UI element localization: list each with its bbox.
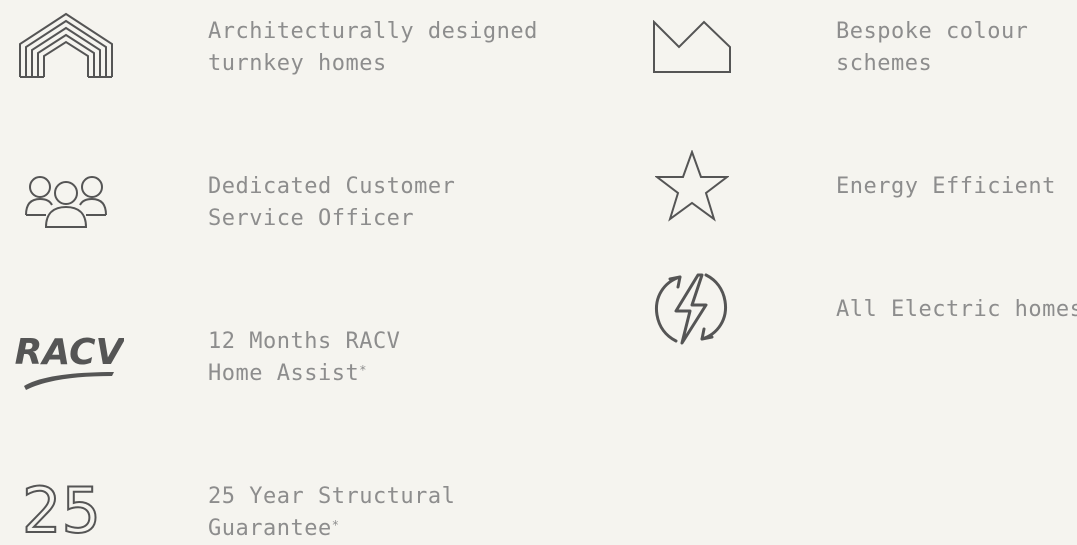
guarantee-footnote-mark: * (331, 518, 340, 532)
racv-logo: RACV (14, 326, 127, 392)
service-line-1: Dedicated Customer (208, 174, 456, 199)
colour-line-1: Bespoke colour (836, 19, 1029, 44)
racv-line-2: Home Assist* (208, 361, 367, 386)
outline-25-icon: 25 (21, 476, 102, 536)
racv-logo-text: RACV (15, 332, 124, 373)
racv-footnote-mark: * (359, 363, 367, 377)
electric-line-1: All Electric homes (836, 297, 1077, 322)
racv-line-1: 12 Months RACV (208, 329, 401, 354)
star-icon (655, 150, 729, 222)
crown-icon (653, 20, 731, 73)
house-arches-icon (19, 12, 113, 78)
people-group-icon (25, 176, 107, 228)
colour-line-2: schemes (836, 51, 933, 76)
lightning-cycle-icon (654, 273, 728, 345)
guarantee-line-1: 25 Year Structural (208, 484, 456, 509)
homes-line-1: Architecturally designed (208, 19, 538, 44)
service-line-2: Service Officer (208, 206, 415, 231)
numeral-25: 25 (22, 476, 101, 536)
guarantee-line-2: Guarantee* (208, 516, 340, 541)
homes-line-2: turnkey homes (208, 51, 387, 76)
energy-line-1: Energy Efficient (836, 174, 1056, 199)
